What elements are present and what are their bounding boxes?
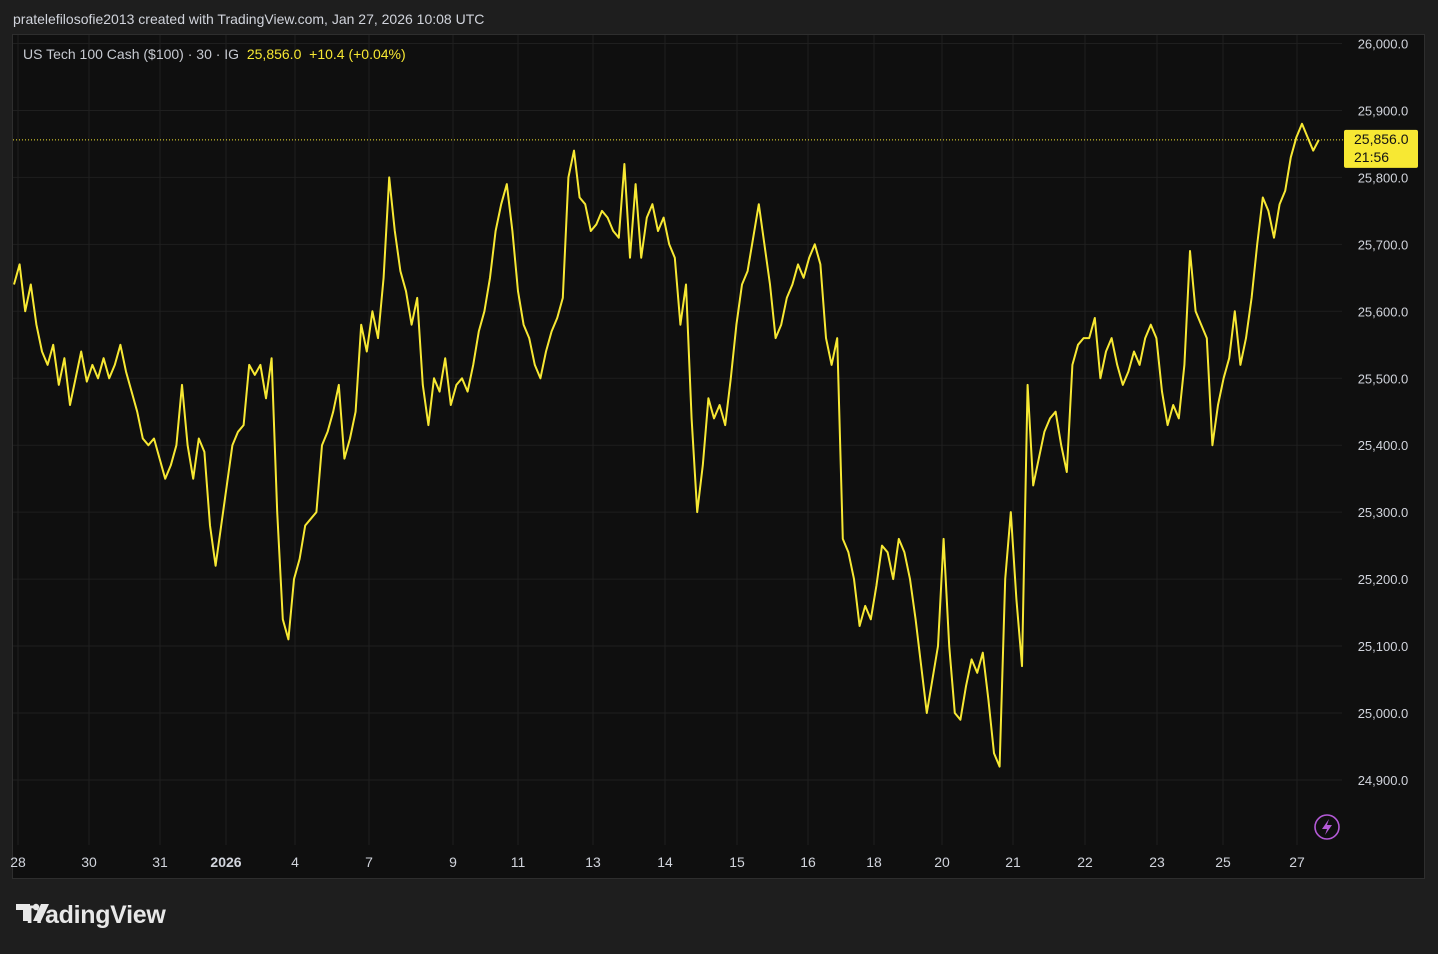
time-tick-label: 4 (291, 854, 299, 870)
price-tick-label: 25,000.0 (1358, 706, 1409, 721)
time-tick-label: 22 (1077, 854, 1093, 870)
price-change-percent: (+0.04%) (348, 46, 406, 62)
time-tick-label: 27 (1289, 854, 1305, 870)
time-tick-label: 21 (1005, 854, 1021, 870)
time-tick-label: 14 (657, 854, 673, 870)
price-tick-label: 25,900.0 (1358, 103, 1409, 118)
time-tick-label: 18 (866, 854, 882, 870)
time-tick-label: 20 (934, 854, 950, 870)
time-tick-label: 23 (1149, 854, 1165, 870)
price-tick-label: 25,600.0 (1358, 304, 1409, 319)
price-change: +10.4 (309, 46, 345, 62)
tradingview-brand: TradingView (16, 901, 166, 930)
time-tick-label: 28 (10, 854, 26, 870)
time-tick-label: 13 (585, 854, 601, 870)
price-tick-label: 25,100.0 (1358, 639, 1409, 654)
time-axis: 28 30 31 2026 4 7 9 11 13 14 15 16 18 20 21 22 23 25 27 (10, 854, 1305, 870)
lightning-icon-bolt (1322, 819, 1332, 835)
time-tick-label: 25 (1215, 854, 1231, 870)
price-tick-label: 26,000.0 (1358, 37, 1409, 52)
symbol-name: US Tech 100 Cash ($100) · 30 · IG (23, 46, 240, 62)
price-tick-label: 25,500.0 (1358, 371, 1409, 386)
price-tick-label: 24,900.0 (1358, 773, 1409, 788)
time-tick-label: 2026 (210, 854, 241, 870)
time-tick-label: 30 (81, 854, 97, 870)
grid-lines (13, 35, 1342, 845)
price-chart[interactable]: 26,000.0 25,900.0 25,800.0 25,700.0 25,600.0… (0, 0, 1438, 954)
last-price-marker: 25,856.0 21:56 (13, 129, 1418, 840)
time-tick-label: 31 (152, 854, 168, 870)
price-tick-label: 25,200.0 (1358, 572, 1409, 587)
last-price-value: 25,856.0 (246, 46, 302, 62)
time-tick-label: 11 (511, 854, 526, 870)
time-tick-label: 16 (800, 854, 816, 870)
price-tick-label: 25,700.0 (1358, 237, 1409, 252)
price-tick-label: 25,300.0 (1358, 505, 1409, 520)
lightning-icon (1314, 814, 1340, 840)
price-tick-label: 25,800.0 (1358, 170, 1409, 185)
time-tick-label: 9 (449, 854, 457, 870)
time-tick-label: 15 (729, 854, 745, 870)
price-tick-label: 25,400.0 (1358, 438, 1409, 453)
bar-countdown: 21:56 (1354, 149, 1389, 165)
symbol-legend[interactable]: US Tech 100 Cash ($100) · 30 · IG 25,856… (23, 45, 406, 63)
time-tick-label: 7 (365, 854, 373, 870)
last-price-badge-value: 25,856.0 (1354, 131, 1409, 147)
